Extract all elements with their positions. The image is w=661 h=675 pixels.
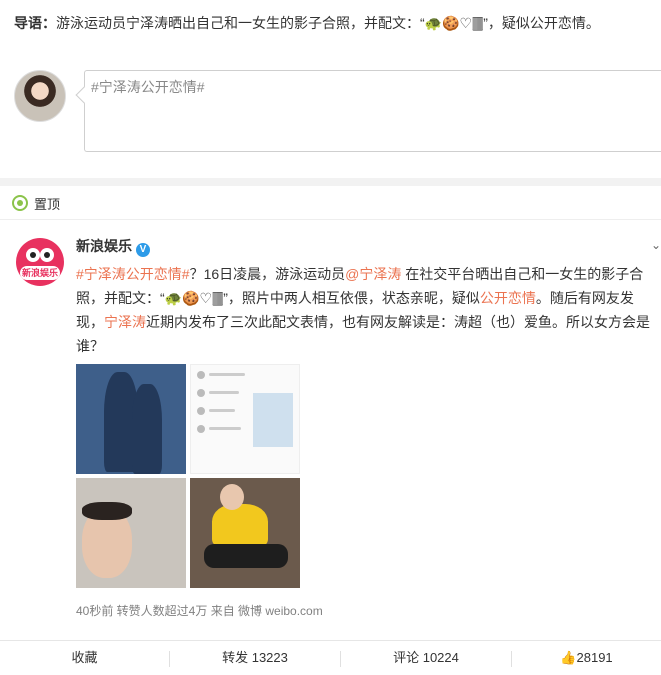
user-avatar[interactable]	[14, 70, 66, 122]
like-count: 28191	[576, 650, 613, 665]
action-bar: 收藏 转发 13223 评论 10224 👍28191	[0, 640, 661, 675]
avatar-eye-left	[26, 248, 40, 262]
avatar-eye-right	[40, 248, 54, 262]
author-name[interactable]: 新浪娱乐	[76, 238, 132, 254]
like-button[interactable]: 👍28191	[512, 641, 661, 675]
compose-text: #宁泽涛公开恋情#	[91, 79, 205, 95]
guide-label: 导语：	[14, 15, 56, 31]
mention-link[interactable]: @宁泽涛	[345, 266, 401, 282]
section-divider	[0, 178, 661, 186]
compose-area: #宁泽涛公开恋情#	[0, 48, 661, 178]
pinned-label: 置顶	[34, 197, 61, 212]
repost-button[interactable]: 转发 13223	[170, 641, 340, 675]
avatar-tag: 新浪娱乐	[20, 266, 60, 280]
topic-link[interactable]: 公开恋情	[480, 290, 536, 306]
photo-grid	[76, 364, 300, 590]
photo-shadow[interactable]	[76, 364, 186, 474]
favorite-button[interactable]: 收藏	[0, 641, 169, 675]
author-name-row: 新浪娱乐 V	[76, 236, 150, 257]
post-meta: 40秒前 转赞人数超过4万 来自 微博 weibo.com	[76, 604, 323, 618]
pinned-row: 置顶	[0, 186, 661, 220]
thumbs-up-icon: 👍	[560, 650, 577, 665]
hashtag-link[interactable]: #宁泽涛公开恋情#	[76, 266, 190, 282]
post-text-segment: 近期内发布了三次此配文表情，也有网友解读是：涛超（也）爱鱼。所以女方会是谁？	[76, 314, 650, 354]
photo-screenshot[interactable]	[190, 364, 300, 474]
verified-icon: V	[136, 243, 150, 257]
name-link[interactable]: 宁泽涛	[104, 314, 146, 330]
post-text-segment: ？16日凌晨，游泳运动员	[189, 266, 346, 282]
guide-line: 导语：游泳运动员宁泽涛晒出自己和一女生的影子合照，并配文：“🐢🍪♡🀫”，疑似公开…	[14, 12, 654, 34]
chevron-down-icon[interactable]: ⌄	[651, 238, 661, 252]
photo-selfie[interactable]	[76, 478, 186, 588]
guide-text: 游泳运动员宁泽涛晒出自己和一女生的影子合照，并配文：“🐢🍪♡🀫”，疑似公开恋情。	[56, 15, 600, 31]
author-avatar[interactable]: 新浪娱乐	[16, 238, 64, 286]
post-text: #宁泽涛公开恋情#？16日凌晨，游泳运动员@宁泽涛 在社交平台晒出自己和一女生的…	[76, 262, 656, 358]
photo-yellow[interactable]	[190, 478, 300, 588]
compose-input[interactable]: #宁泽涛公开恋情#	[75, 70, 661, 152]
comment-button[interactable]: 评论 10224	[341, 641, 511, 675]
pin-icon	[12, 195, 28, 211]
compose-caret	[75, 86, 93, 104]
